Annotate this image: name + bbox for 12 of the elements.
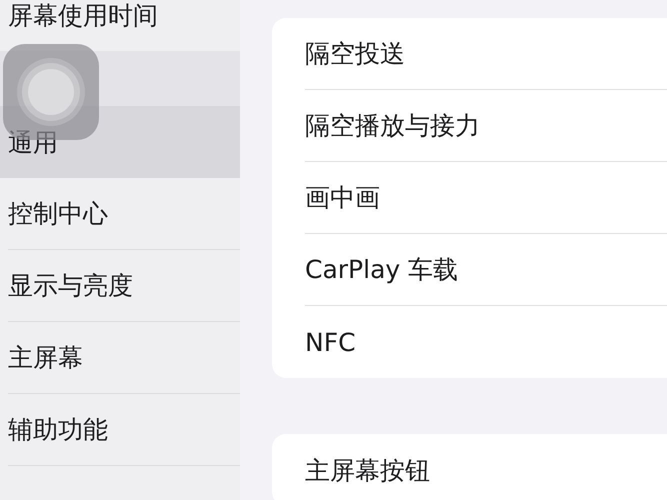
settings-row[interactable]: 隔空投送 (305, 18, 667, 90)
settings-row[interactable]: 隔空播放与接力 (305, 90, 667, 162)
sidebar-item[interactable]: 辅助功能 (8, 394, 240, 466)
settings-row[interactable]: 画中画 (305, 162, 667, 234)
settings-row[interactable]: 主屏幕按钮 (305, 434, 667, 500)
settings-row[interactable]: NFC (305, 306, 667, 378)
sidebar-item[interactable]: 屏幕使用时间 (8, 0, 240, 51)
concentric-circles-icon (16, 57, 86, 127)
sidebar-item[interactable]: 主屏幕 (8, 322, 240, 394)
sidebar-item[interactable]: 控制中心 (8, 178, 240, 250)
settings-row[interactable]: CarPlay 车载 (305, 234, 667, 306)
sidebar-item[interactable]: 显示与亮度 (8, 250, 240, 322)
